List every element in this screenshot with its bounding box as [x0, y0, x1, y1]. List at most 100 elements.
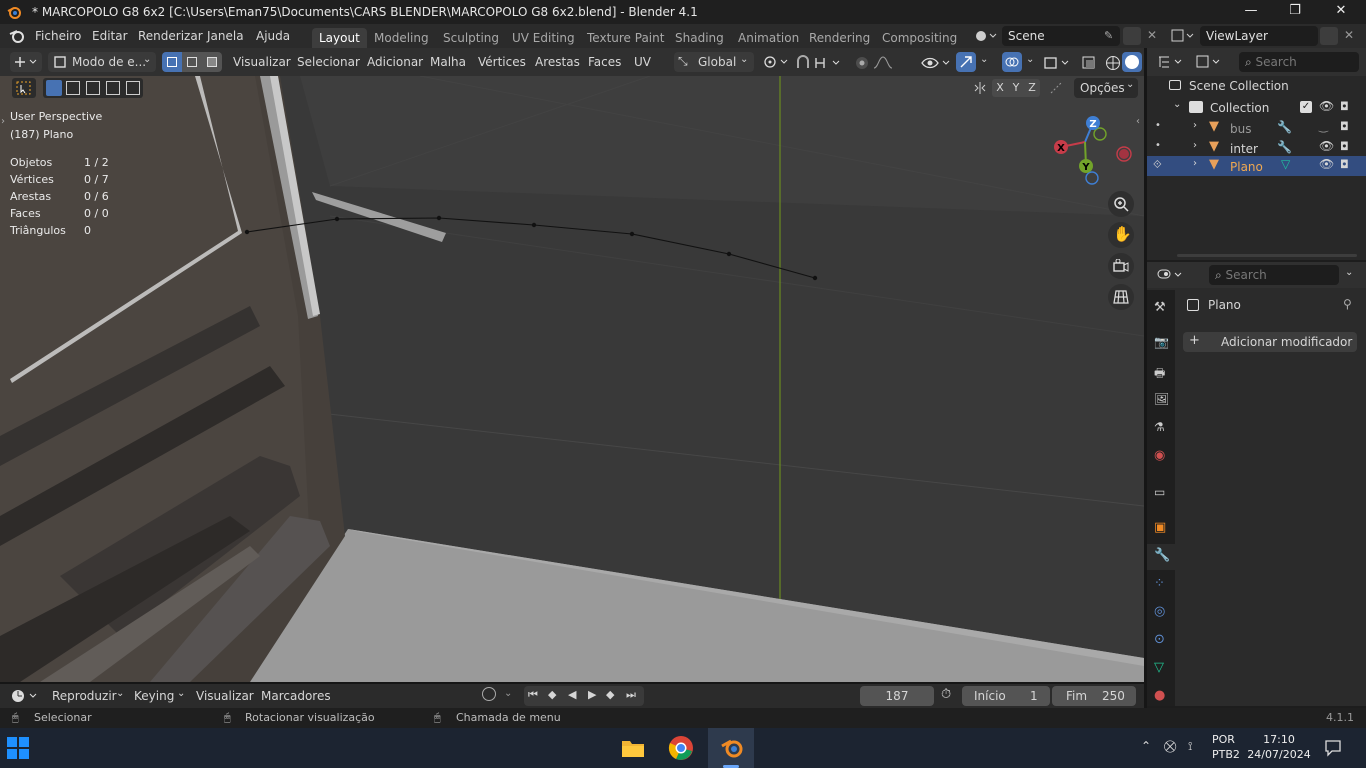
new-scene-icon[interactable]: [1123, 27, 1141, 45]
jump-end-icon[interactable]: ⏭: [626, 688, 636, 702]
blender-taskbar-button[interactable]: [708, 728, 754, 768]
selection-invert-icon[interactable]: [106, 81, 120, 95]
scene-selector-icon[interactable]: [974, 28, 998, 44]
3d-viewport[interactable]: User Perspective (187) Plano Objetos 1 /…: [0, 76, 1144, 682]
solid-shading-button[interactable]: [1122, 52, 1142, 72]
viewlayer-field[interactable]: ViewLayer: [1200, 26, 1318, 46]
menu-ficheiro[interactable]: Ficheiro: [35, 29, 81, 43]
render-tab-icon[interactable]: 📷: [1154, 335, 1169, 349]
menu-janela[interactable]: Janela: [207, 29, 244, 43]
selection-extend-icon[interactable]: [66, 81, 80, 95]
vertex[interactable]: [334, 216, 340, 222]
jump-start-icon[interactable]: ⏮: [528, 688, 538, 702]
end-frame-field[interactable]: Fim 250: [1052, 686, 1136, 706]
wireframe-shading-icon[interactable]: [1104, 54, 1122, 72]
chevron-down-icon[interactable]: ⌄: [177, 688, 185, 699]
tab-modeling[interactable]: Modeling: [367, 28, 436, 48]
vertex[interactable]: [629, 231, 635, 237]
close-button[interactable]: ✕: [1318, 0, 1364, 24]
orientation-dropdown[interactable]: ⤡ Global ⌄: [674, 52, 754, 72]
menu-renderizar[interactable]: Renderizar: [138, 29, 203, 43]
particles-tab-icon[interactable]: ⁘: [1154, 576, 1165, 591]
tab-shading[interactable]: Shading: [668, 28, 731, 48]
properties-editor-icon[interactable]: [1157, 267, 1185, 283]
menu-arestas[interactable]: Arestas: [535, 55, 580, 69]
maximize-button[interactable]: ❐: [1272, 0, 1318, 24]
tool-tab-icon[interactable]: ⚒: [1154, 300, 1166, 315]
chevron-down-icon[interactable]: ⌄: [980, 54, 988, 65]
current-frame-field[interactable]: 187: [860, 686, 934, 706]
mirror-icon[interactable]: [972, 80, 990, 96]
face-select-button[interactable]: [202, 52, 222, 72]
vertex[interactable]: [812, 275, 818, 281]
checkbox-icon[interactable]: ✓: [1300, 101, 1312, 113]
mirror-z-button[interactable]: Z: [1024, 79, 1040, 97]
snap-icon[interactable]: [795, 54, 845, 72]
mirror-x-button[interactable]: X: [992, 79, 1008, 97]
chevron-down-icon[interactable]: ⌄: [116, 688, 124, 699]
output-tab-icon[interactable]: 🖶: [1154, 364, 1165, 385]
menu-adicionar[interactable]: Adicionar: [367, 55, 423, 69]
menu-visualizar-timeline[interactable]: Visualizar: [196, 689, 254, 703]
selection-subtract-icon[interactable]: [86, 81, 100, 95]
camera-icon[interactable]: ◘: [1340, 158, 1349, 171]
tab-rendering[interactable]: Rendering: [802, 28, 877, 48]
menu-reproduzir[interactable]: Reproduzir: [52, 689, 117, 703]
add-modifier-button[interactable]: + Adicionar modificador: [1183, 332, 1357, 352]
tab-uv-editing[interactable]: UV Editing: [505, 28, 582, 48]
tab-layout[interactable]: Layout: [312, 28, 367, 48]
chevron-right-icon[interactable]: ›: [1193, 120, 1197, 131]
menu-vertices[interactable]: Vértices: [478, 55, 526, 69]
menu-keying[interactable]: Keying: [134, 689, 174, 703]
chevron-right-icon[interactable]: ›: [1193, 158, 1197, 169]
pivot-point-icon[interactable]: [762, 55, 790, 71]
vertex-select-button[interactable]: [162, 52, 182, 72]
outliner-scrollbar[interactable]: [1177, 254, 1357, 257]
minimize-button[interactable]: —: [1228, 0, 1274, 24]
chevron-down-icon[interactable]: ⌄: [1026, 54, 1034, 65]
chevron-down-icon[interactable]: ⌄: [1345, 267, 1353, 278]
menu-malha[interactable]: Malha: [430, 55, 466, 69]
stopwatch-icon[interactable]: ⏱: [941, 687, 951, 702]
camera-view-button[interactable]: [1108, 253, 1134, 279]
mesh-edit-overlay-icon[interactable]: [1042, 54, 1072, 72]
gizmo-toggle-button[interactable]: [956, 52, 976, 72]
navigation-gizmo[interactable]: Z X Y: [1050, 112, 1140, 192]
next-keyframe-icon[interactable]: ◆: [606, 688, 614, 701]
chevron-right-icon[interactable]: ›: [1193, 140, 1197, 151]
properties-search-input[interactable]: ⌕ Search: [1209, 265, 1339, 285]
pan-button[interactable]: ✋: [1108, 222, 1134, 248]
selection-set-icon[interactable]: [46, 80, 62, 96]
vertex[interactable]: [531, 222, 537, 228]
auto-merge-icon[interactable]: [1048, 80, 1066, 96]
physics-tab-icon[interactable]: ◎: [1154, 604, 1165, 619]
outliner-item-plano[interactable]: ⟐ › ▼ Plano ▽ 👁 ◘: [1147, 156, 1366, 176]
editor-type-button[interactable]: [10, 52, 42, 72]
start-frame-field[interactable]: Início 1: [962, 686, 1050, 706]
tray-chevron-icon[interactable]: ⌃: [1141, 739, 1151, 753]
vertex[interactable]: [244, 229, 250, 235]
notification-icon[interactable]: [1324, 739, 1342, 757]
vertex[interactable]: [726, 251, 732, 257]
pin-icon[interactable]: ⚲: [1343, 297, 1352, 311]
menu-editar[interactable]: Editar: [92, 29, 128, 43]
language-indicator[interactable]: POR PTB2: [1212, 732, 1240, 762]
material-tab-icon[interactable]: ●: [1154, 688, 1165, 703]
object-tab-icon[interactable]: ▣: [1154, 520, 1166, 535]
display-mode-icon[interactable]: [1195, 54, 1223, 70]
chrome-icon[interactable]: [668, 735, 694, 761]
menu-marcadores[interactable]: Marcadores: [261, 689, 331, 703]
outliner-editor-icon[interactable]: [1157, 54, 1185, 70]
menu-selecionar[interactable]: Selecionar: [297, 55, 360, 69]
delete-scene-icon[interactable]: ✕: [1147, 28, 1157, 42]
outliner-item-bus[interactable]: • › ▼ bus 🔧 ‿ ◘: [1147, 118, 1366, 138]
scene-tab-icon[interactable]: ⚗: [1154, 420, 1165, 434]
play-icon[interactable]: ▶: [588, 688, 596, 701]
file-explorer-icon[interactable]: [620, 736, 646, 760]
menu-visualizar[interactable]: Visualizar: [233, 55, 291, 69]
prev-keyframe-icon[interactable]: ◆: [548, 688, 556, 701]
clock[interactable]: 17:10 24/07/2024: [1246, 732, 1312, 762]
autokey-record-icon[interactable]: [482, 687, 496, 701]
view-layer-tab-icon[interactable]: 🖼: [1154, 392, 1169, 406]
chevron-down-icon[interactable]: ⌄: [1173, 99, 1181, 110]
